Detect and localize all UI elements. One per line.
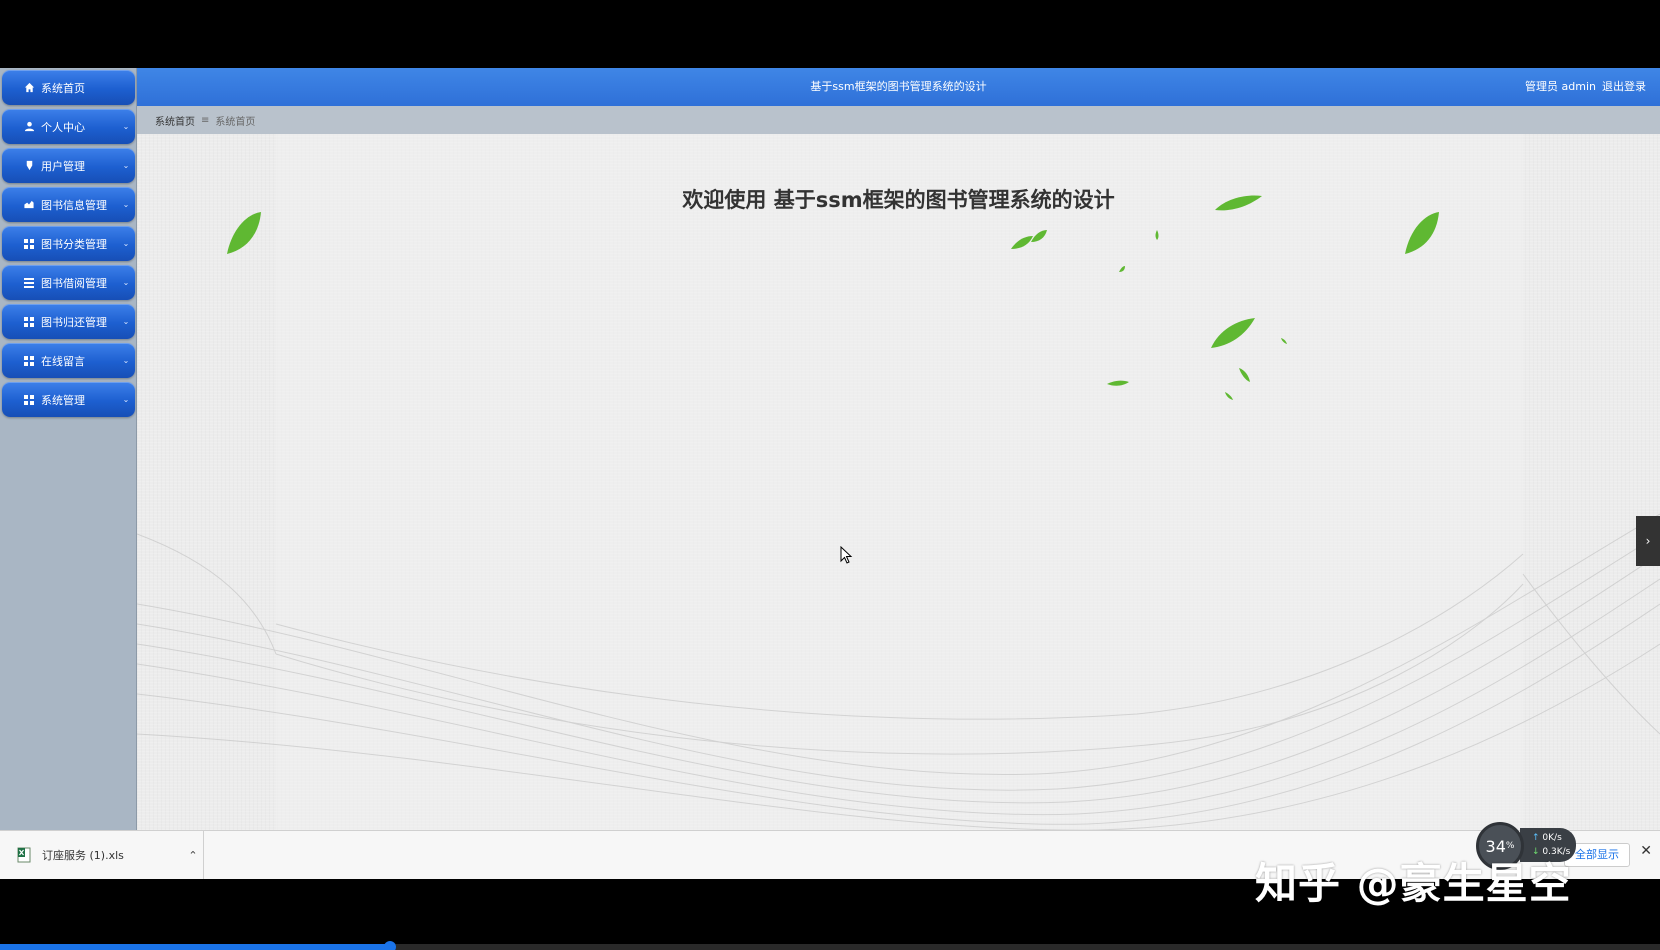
- background-decoration: [137, 134, 1660, 830]
- sidebar-item-label: 图书分类管理: [41, 237, 107, 251]
- chevron-down-icon: ⌄: [122, 395, 130, 404]
- sidebar-item-label: 图书借阅管理: [41, 276, 107, 290]
- breadcrumb-current: 系统首页: [215, 116, 256, 128]
- chevron-right-icon: ›: [1645, 534, 1651, 548]
- chevron-down-icon: ⌄: [122, 356, 130, 365]
- current-user-label: 管理员 admin: [1525, 80, 1596, 93]
- sidebar-item-label: 图书信息管理: [41, 198, 107, 212]
- breadcrumb-root-link[interactable]: 系统首页: [155, 113, 195, 128]
- sidebar-item-book-info[interactable]: 图书信息管理 ⌄: [2, 187, 135, 222]
- grid-icon: [22, 354, 36, 368]
- breadcrumb-separator: ≡: [201, 114, 210, 126]
- home-icon: [22, 81, 36, 95]
- user-icon: [22, 120, 36, 134]
- breadcrumb: 系统首页 ≡ 系统首页: [137, 106, 1660, 134]
- logout-link[interactable]: 退出登录: [1602, 68, 1646, 106]
- side-panel-toggle-button[interactable]: ›: [1636, 516, 1660, 566]
- video-progress-bar[interactable]: [0, 941, 1660, 950]
- chevron-down-icon: ⌄: [122, 122, 130, 131]
- progress-handle[interactable]: [384, 941, 396, 950]
- chevron-up-icon[interactable]: ⌃: [183, 849, 203, 862]
- sidebar-item-label: 用户管理: [41, 159, 85, 173]
- sidebar-item-book-category[interactable]: 图书分类管理 ⌄: [2, 226, 135, 261]
- upload-arrow-icon: ↑: [1532, 833, 1540, 843]
- mouse-cursor-icon: [840, 546, 853, 564]
- sidebar-item-label: 系统首页: [41, 81, 85, 95]
- top-header: 基于ssm框架的图书管理系统的设计 管理员 admin 退出登录: [137, 68, 1660, 106]
- page-title: 基于ssm框架的图书管理系统的设计: [810, 80, 987, 93]
- sidebar-item-label: 图书归还管理: [41, 315, 107, 329]
- sidebar-item-label: 系统管理: [41, 393, 85, 407]
- screen: 系统首页 个人中心 ⌄ 用户管理 ⌄ 图书信息管理 ⌄ 图书分类管理 ⌄ 图书借…: [0, 0, 1660, 950]
- sidebar-item-system-management[interactable]: 系统管理 ⌄: [2, 382, 135, 417]
- book-icon: [22, 198, 36, 212]
- sidebar-item-book-borrow[interactable]: 图书借阅管理 ⌄: [2, 265, 135, 300]
- grid-icon: [22, 315, 36, 329]
- chevron-down-icon: ⌄: [122, 200, 130, 209]
- chevron-down-icon: ⌄: [122, 278, 130, 287]
- app-window: 系统首页 个人中心 ⌄ 用户管理 ⌄ 图书信息管理 ⌄ 图书分类管理 ⌄ 图书借…: [0, 68, 1660, 830]
- sidebar-item-book-return[interactable]: 图书归还管理 ⌄: [2, 304, 135, 339]
- grid-icon: [22, 393, 36, 407]
- welcome-heading: 欢迎使用 基于ssm框架的图书管理系统的设计: [682, 188, 1115, 212]
- download-file-name: 订座服务 (1).xls: [42, 849, 124, 862]
- sidebar-item-personal-center[interactable]: 个人中心 ⌄: [2, 109, 135, 144]
- chevron-down-icon: ⌄: [122, 239, 130, 248]
- progress-fill: [0, 944, 390, 950]
- users-icon: [22, 159, 36, 173]
- chevron-down-icon: ⌄: [122, 161, 130, 170]
- sidebar-item-home[interactable]: 系统首页: [2, 70, 135, 105]
- sidebar: 系统首页 个人中心 ⌄ 用户管理 ⌄ 图书信息管理 ⌄ 图书分类管理 ⌄ 图书借…: [0, 68, 137, 830]
- chevron-down-icon: ⌄: [122, 317, 130, 326]
- main-content: 欢迎使用 基于ssm框架的图书管理系统的设计 ›: [137, 134, 1660, 830]
- sidebar-item-label: 个人中心: [41, 120, 85, 134]
- sidebar-item-user-management[interactable]: 用户管理 ⌄: [2, 148, 135, 183]
- watermark: 知乎 @豪生星空: [1255, 859, 1572, 908]
- list-icon: [22, 276, 36, 290]
- excel-file-icon: [17, 847, 31, 863]
- close-icon[interactable]: ✕: [1640, 843, 1652, 859]
- upload-unit: K/s: [1548, 833, 1562, 843]
- user-area: 管理员 admin 退出登录: [1525, 68, 1646, 106]
- sidebar-item-label: 在线留言: [41, 354, 85, 368]
- grid-icon: [22, 237, 36, 251]
- download-item[interactable]: 订座服务 (1).xls ⌃: [0, 831, 204, 879]
- sidebar-item-online-message[interactable]: 在线留言 ⌄: [2, 343, 135, 378]
